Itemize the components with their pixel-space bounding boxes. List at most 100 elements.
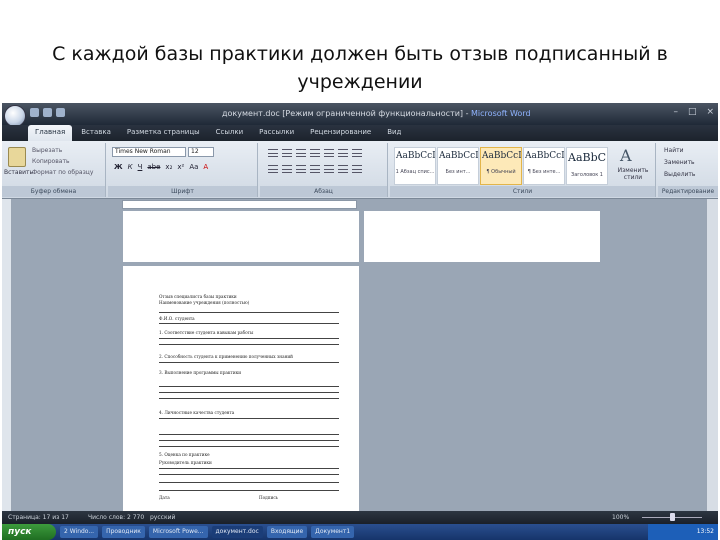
page-count[interactable]: Страница: 17 из 17 (8, 514, 69, 521)
save-icon[interactable] (30, 108, 39, 117)
underline-button[interactable]: Ч (138, 163, 143, 171)
editing-group-label: Редактирование (658, 186, 718, 197)
clipboard-group: Вставить Вырезать Копировать Формат по о… (2, 143, 106, 197)
close-button[interactable]: × (706, 107, 714, 117)
font-name-field[interactable]: Times New Roman (112, 147, 186, 157)
tab-review[interactable]: Рецензирование (303, 125, 378, 141)
multilevel-list-icon[interactable] (296, 149, 306, 157)
paragraph-group-label: Абзац (260, 186, 387, 197)
styles-group: AaBbCcDc 1 Абзац спис... AaBbCcD Без инт… (390, 143, 656, 197)
office-button[interactable] (4, 105, 26, 127)
doc-rule (159, 392, 339, 393)
align-left-icon[interactable] (268, 165, 278, 173)
copy-button[interactable]: Копировать (32, 158, 69, 165)
subscript-button[interactable]: x₂ (165, 163, 172, 171)
clock[interactable]: 13:52 (697, 528, 714, 535)
style-heading-1[interactable]: AaBbC Заголовок 1 (566, 147, 608, 185)
paste-icon[interactable] (8, 147, 26, 167)
style-no-spacing[interactable]: AaBbCcD Без инт... (437, 147, 479, 185)
style-normal[interactable]: AaBbCcDc ¶ Обычный (480, 147, 522, 185)
tab-mailings[interactable]: Рассылки (252, 125, 301, 141)
shading-icon[interactable] (338, 165, 348, 173)
line-spacing-icon[interactable] (324, 165, 334, 173)
start-button[interactable]: пуск (2, 524, 56, 540)
borders-icon[interactable] (352, 165, 362, 173)
paste-button[interactable]: Вставить (4, 169, 33, 176)
select-button[interactable]: Выделить (664, 171, 695, 178)
taskbar-item[interactable]: Документ1 (311, 526, 355, 538)
title-bar: документ.doc [Режим ограниченной функцио… (2, 103, 718, 127)
style-name: ¶ Обычный (486, 169, 516, 175)
word-window: документ.doc [Режим ограниченной функцио… (2, 103, 718, 540)
font-group: Times New Roman 12 Ж К Ч abe x₂ x² Aa A … (108, 143, 258, 197)
editing-group: Найти Заменить Выделить Редактирование (658, 143, 718, 197)
align-center-icon[interactable] (282, 165, 292, 173)
page-previous (123, 211, 359, 262)
style-name: Заголовок 1 (570, 172, 603, 178)
taskbar-item[interactable]: 2 Windo... (60, 526, 99, 538)
doc-rule (159, 323, 339, 324)
change-styles-label: Изменить стили (617, 167, 649, 181)
increase-indent-icon[interactable] (324, 149, 334, 157)
ribbon: Вставить Вырезать Копировать Формат по о… (2, 141, 718, 199)
change-styles-button[interactable]: A Изменить стили (614, 143, 654, 185)
decrease-indent-icon[interactable] (310, 149, 320, 157)
format-painter-button[interactable]: Формат по образцу (32, 169, 93, 176)
taskbar-item-active[interactable]: документ.doc (211, 526, 263, 538)
tab-page-layout[interactable]: Разметка страницы (120, 125, 207, 141)
horizontal-ruler[interactable] (122, 200, 357, 209)
replace-button[interactable]: Заменить (664, 159, 695, 166)
taskbar-item[interactable]: Проводник (102, 526, 145, 538)
document-page[interactable]: Отзыв специалиста базы практики Наименов… (123, 266, 359, 518)
slide-title-line1: С каждой базы практики должен быть отзыв… (52, 43, 668, 65)
doc-rule (159, 344, 339, 345)
font-size-field[interactable]: 12 (188, 147, 214, 157)
cut-button[interactable]: Вырезать (32, 147, 62, 154)
vertical-ruler (2, 199, 12, 511)
redo-icon[interactable] (56, 108, 65, 117)
numbering-icon[interactable] (282, 149, 292, 157)
maximize-button[interactable]: □ (688, 107, 697, 117)
doc-line: 1. Соответствие студента навыкам работы (159, 330, 254, 335)
show-marks-icon[interactable] (352, 149, 362, 157)
doc-rule (159, 386, 339, 387)
doc-line: 4. Личностные качества студента (159, 410, 235, 415)
tab-insert[interactable]: Вставка (74, 125, 118, 141)
style-no-spacing-2[interactable]: AaBbCcDc ¶ Без инте... (523, 147, 565, 185)
style-name: ¶ Без инте... (527, 169, 561, 175)
style-name: 1 Абзац спис... (395, 169, 435, 175)
find-button[interactable]: Найти (664, 147, 683, 154)
change-case-button[interactable]: Aa (189, 163, 198, 171)
font-color-button[interactable]: A (203, 163, 208, 171)
zoom-slider-handle[interactable] (670, 513, 675, 521)
sort-icon[interactable] (338, 149, 348, 157)
superscript-button[interactable]: x² (177, 163, 184, 171)
justify-icon[interactable] (310, 165, 320, 173)
tab-references[interactable]: Ссылки (209, 125, 251, 141)
font-format-buttons: Ж К Ч abe x₂ x² Aa A (114, 163, 208, 171)
tab-view[interactable]: Вид (380, 125, 408, 141)
vertical-scrollbar[interactable] (706, 199, 718, 511)
style-list-paragraph[interactable]: AaBbCcDc 1 Абзац спис... (394, 147, 436, 185)
italic-button[interactable]: К (128, 163, 133, 171)
minimize-button[interactable]: – (673, 107, 678, 117)
bold-button[interactable]: Ж (114, 163, 123, 171)
doc-rule (159, 468, 339, 469)
taskbar-item[interactable]: Microsoft Powe... (148, 526, 208, 538)
style-name: Без инт... (445, 169, 471, 175)
doc-rule (159, 418, 339, 419)
app-name: Microsoft Word (471, 109, 531, 118)
undo-icon[interactable] (43, 108, 52, 117)
tab-home[interactable]: Главная (28, 125, 73, 141)
style-sample: AaBbC (568, 151, 607, 164)
taskbar-item[interactable]: Входящие (266, 526, 308, 538)
strikethrough-button[interactable]: abe (147, 163, 160, 171)
zoom-level[interactable]: 100% (612, 514, 629, 521)
taskbar: пуск 2 Windo... Проводник Microsoft Powe… (2, 524, 718, 540)
word-count[interactable]: Число слов: 2 770 (88, 514, 144, 521)
language-indicator[interactable]: русский (150, 514, 175, 521)
doc-line: Подпись (259, 495, 278, 500)
align-right-icon[interactable] (296, 165, 306, 173)
style-sample: AaBbCcDc (482, 151, 521, 161)
bullets-icon[interactable] (268, 149, 278, 157)
